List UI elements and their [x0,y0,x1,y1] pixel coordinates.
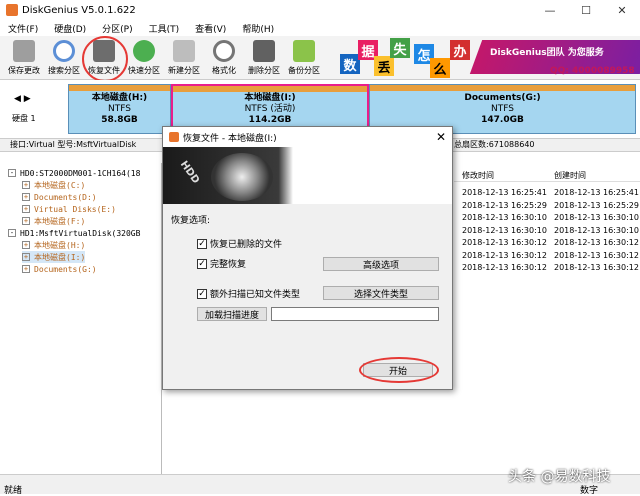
status-text: 就绪 [4,486,23,496]
disk-tree: - HD0:ST2000DM001-1CH164(18 + 本地磁盘(C:) + Do… [0,163,162,474]
recover-files-dialog: 恢复文件 - 本地磁盘(I:) ✕ HDD 恢复选项: ✓ 恢复已删除的文件 ✓ 完… [162,126,453,390]
search-partition-button[interactable]: 搜索分区 [44,38,84,78]
tree-item[interactable]: + Documents(G:) [22,263,97,275]
new-partition-icon [173,40,195,62]
minimize-button[interactable]: — [532,0,568,20]
highlight-oval [359,357,439,383]
sector-count: 总扇区数:671088640 [454,140,535,149]
app-icon [169,132,179,142]
expand-icon[interactable]: + [22,193,30,201]
save-icon [13,40,35,62]
expand-icon[interactable]: + [22,205,30,213]
watermark: 头条 @易数科技 [508,469,611,485]
recover-deleted-checkbox[interactable]: ✓ 恢复已删除的文件 [197,237,282,250]
tree-item[interactable]: + Virtual Disks(E:) [22,203,116,215]
hdd-image: HDD [177,159,202,186]
collapse-icon[interactable]: - [8,169,16,177]
disk-label: 硬盘 1 [12,114,36,123]
status-bar: 就绪 数字 头条 @易数科技 [0,469,640,496]
full-recovery-checkbox[interactable]: ✓ 完整恢复 [197,257,246,270]
extra-scan-checkbox[interactable]: ✓ 额外扫描已知文件类型 [197,287,300,300]
search-icon [53,40,75,62]
tree-item[interactable]: + 本地磁盘(H:) [22,239,85,251]
close-button[interactable]: ✕ [604,0,640,20]
col-modified[interactable]: 修改时间 [462,170,494,181]
app-icon [6,4,18,16]
dialog-banner: HDD [163,147,452,204]
quick-partition-icon [133,40,155,62]
quick-partition-button[interactable]: 快速分区 [124,38,164,78]
file-list: 修改时间 创建时间 2018-12-13 16:25:41 2018-12-13 … [454,168,640,474]
expand-icon[interactable]: + [22,241,30,249]
banner-char: 么 [430,58,450,78]
tree-item[interactable]: + Documents(D:) [22,191,97,203]
banner-char: 办 [450,40,470,60]
title-bar: DiskGenius V5.0.1.622 — ☐ ✕ [0,0,640,20]
expand-icon[interactable]: + [22,181,30,189]
list-header: 修改时间 创建时间 [454,168,640,182]
menu-file[interactable]: 文件(F) [0,22,46,35]
maximize-button[interactable]: ☐ [568,0,604,20]
expand-icon[interactable]: + [22,265,30,273]
save-changes-button[interactable]: 保存更改 [4,38,44,78]
backup-icon [293,40,315,62]
disk-info: 接口:Virtual 型号:MsftVirtualDisk [10,140,137,149]
menu-disk[interactable]: 硬盘(D) [46,22,94,35]
dialog-title: 恢复文件 - 本地磁盘(I:) [183,133,277,144]
col-created[interactable]: 创建时间 [554,170,586,181]
menu-bar: 文件(F) 硬盘(D) 分区(P) 工具(T) 查看(V) 帮助(H) [0,20,640,36]
expand-icon[interactable]: + [22,217,30,225]
expand-icon[interactable]: + [22,253,30,261]
menu-partition[interactable]: 分区(P) [94,22,140,35]
banner-char: 数 [340,54,360,74]
scan-progress-path-input[interactable] [271,307,439,321]
banner-slogan: DiskGenius团队 为您服务 [490,48,604,58]
delete-partition-button[interactable]: 删除分区 [244,38,284,78]
banner-char: 失 [390,38,410,58]
tree-item[interactable]: + 本地磁盘(F:) [22,215,85,227]
select-file-types-button[interactable]: 选择文件类型 [323,286,439,300]
banner-qq: QQ: 4000089958 [550,66,635,76]
menu-help[interactable]: 帮助(H) [234,22,282,35]
tree-item[interactable]: + 本地磁盘(C:) [22,179,85,191]
dialog-title-bar: 恢复文件 - 本地磁盘(I:) ✕ [163,127,452,147]
backup-partition-button[interactable]: 备份分区 [284,38,324,78]
tree-item[interactable]: - HD1:MsftVirtualDisk(320GB [8,227,140,239]
advanced-options-button[interactable]: 高级选项 [323,257,439,271]
tree-item[interactable]: - HD0:ST2000DM001-1CH164(18 [8,167,140,179]
options-label: 恢复选项: [171,216,211,226]
menu-view[interactable]: 查看(V) [187,22,234,35]
collapse-icon[interactable]: - [8,229,16,237]
nav-arrows[interactable]: ◀ ▶ [14,94,31,104]
window-title: DiskGenius V5.0.1.622 [22,4,136,16]
highlight-circle [82,36,128,82]
tree-item-selected[interactable]: + 本地磁盘(I:) [22,251,86,263]
format-icon [213,40,235,62]
disk-platter-icon [211,153,273,201]
banner-char: 丢 [374,56,394,76]
new-partition-button[interactable]: 新建分区 [164,38,204,78]
load-scan-progress-button[interactable]: 加载扫描进度 [197,307,267,321]
delete-partition-icon [253,40,275,62]
dialog-close-button[interactable]: ✕ [436,130,446,144]
ad-banner[interactable]: 数 据 丢 失 怎 么 办 DiskGenius团队 为您服务 QQ: 4000… [338,36,640,80]
partition-h[interactable]: 本地磁盘(H:) NTFS 58.8GB [68,84,171,134]
format-button[interactable]: 格式化 [204,38,244,78]
menu-tools[interactable]: 工具(T) [141,22,188,35]
